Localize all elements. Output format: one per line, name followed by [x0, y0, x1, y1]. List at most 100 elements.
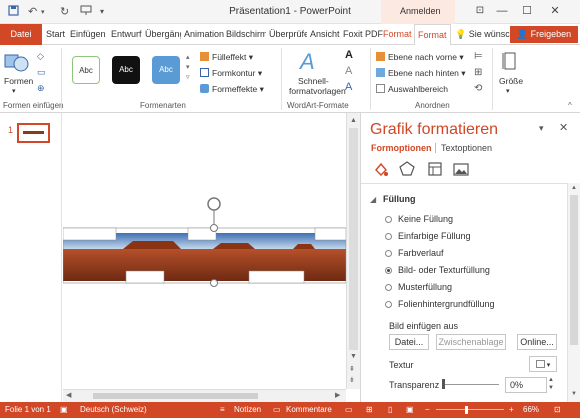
- scroll-left-icon[interactable]: ◀: [66, 391, 71, 399]
- selection-pane-button[interactable]: Auswahlbereich: [376, 83, 448, 95]
- label-picture-fill[interactable]: Bild- oder Texturfüllung: [398, 265, 490, 275]
- notes-button[interactable]: Notizen: [234, 405, 261, 414]
- label-background-fill[interactable]: Folienhintergrundfüllung: [398, 299, 495, 309]
- fill-line-icon[interactable]: [373, 161, 389, 179]
- shape-outline-button[interactable]: Formkontur ▾: [200, 67, 262, 79]
- shape-fill-button[interactable]: Fülleffekt ▾: [200, 51, 253, 63]
- pane-scroll-up-icon[interactable]: ▲: [571, 185, 577, 191]
- zoom-slider-thumb[interactable]: [465, 406, 468, 414]
- textbox-icon[interactable]: ▭: [37, 67, 46, 78]
- quick-styles-label-2[interactable]: formatvorlagen: [289, 85, 346, 97]
- ribbon-options-icon[interactable]: ⊡: [471, 3, 489, 19]
- zoom-in-icon[interactable]: +: [509, 405, 514, 414]
- minimize-button[interactable]: —: [493, 3, 511, 19]
- shapes-dropdown-icon[interactable]: ▾: [12, 86, 16, 98]
- slide-thumbnail[interactable]: [17, 123, 50, 143]
- shape-style-outline[interactable]: Abc: [72, 56, 100, 84]
- clipboard-button[interactable]: Zwischenablage: [436, 334, 506, 350]
- reading-view-icon[interactable]: ▯: [388, 405, 392, 414]
- shape-style-dark[interactable]: Abc: [112, 56, 140, 84]
- section-collapse-icon[interactable]: ◢: [370, 195, 376, 204]
- label-solid-fill[interactable]: Einfarbige Füllung: [398, 231, 471, 241]
- tab-design[interactable]: Entwurf: [111, 24, 142, 45]
- shape-style-blue[interactable]: Abc: [152, 56, 180, 84]
- pane-scrollbar[interactable]: ▲ ▼: [567, 183, 580, 402]
- text-outline-icon[interactable]: A: [345, 65, 352, 77]
- align-icon[interactable]: ⊨: [474, 51, 483, 62]
- proofing-icon[interactable]: ▣: [60, 405, 68, 414]
- scroll-right-icon[interactable]: ▶: [335, 391, 340, 399]
- tab-text-options[interactable]: Textoptionen: [441, 143, 492, 153]
- size-label[interactable]: Größe: [499, 75, 523, 87]
- size-dropdown-icon[interactable]: ▾: [506, 86, 510, 98]
- slideshow-icon[interactable]: ▣: [406, 405, 414, 414]
- scroll-down-icon[interactable]: ▼: [350, 353, 357, 360]
- transparency-slider[interactable]: [443, 384, 499, 385]
- zoom-level[interactable]: 66%: [523, 405, 539, 414]
- tab-home[interactable]: Start: [46, 24, 65, 45]
- radio-background-fill[interactable]: [385, 301, 392, 308]
- language-status[interactable]: Deutsch (Schweiz): [80, 405, 147, 414]
- share-button[interactable]: 👤 Freigeben: [510, 26, 578, 43]
- close-button[interactable]: ✕: [546, 3, 564, 19]
- pane-scroll-down-icon[interactable]: ▼: [571, 391, 577, 397]
- label-gradient-fill[interactable]: Farbverlauf: [398, 248, 444, 258]
- group-objects-icon[interactable]: ⊞: [474, 67, 482, 78]
- shapes-gallery-button[interactable]: [4, 51, 30, 75]
- label-no-fill[interactable]: Keine Füllung: [398, 214, 453, 224]
- sign-in-link[interactable]: Anmelden: [400, 6, 441, 16]
- section-fill-header[interactable]: Füllung: [383, 194, 416, 204]
- wordart-quickstyle-icon[interactable]: A: [300, 49, 315, 75]
- insert-file-button[interactable]: Datei...: [389, 334, 429, 350]
- hscroll-thumb[interactable]: [93, 393, 258, 399]
- next-slide-icon[interactable]: ⇟: [349, 376, 355, 384]
- tab-animations[interactable]: Animationen: [184, 24, 224, 45]
- horizontal-scrollbar[interactable]: ◀ ▶: [63, 389, 346, 402]
- online-button[interactable]: Online...: [517, 334, 557, 350]
- scroll-up-icon[interactable]: ▲: [350, 117, 357, 124]
- tab-slideshow[interactable]: Bildschirm: [226, 24, 266, 45]
- tab-review[interactable]: Überprüfen: [269, 24, 307, 45]
- gallery-scroll[interactable]: ▴ ▾ ▿: [186, 53, 190, 83]
- send-backward-button[interactable]: Ebene nach hinten ▾: [376, 67, 466, 79]
- normal-view-icon[interactable]: ▭: [345, 405, 353, 414]
- tab-format-picture[interactable]: Format: [414, 24, 451, 46]
- size-properties-icon[interactable]: [427, 161, 443, 179]
- radio-picture-fill[interactable]: [385, 267, 392, 274]
- slide-canvas[interactable]: [63, 113, 346, 389]
- tab-view[interactable]: Ansicht: [310, 24, 340, 45]
- tab-transitions[interactable]: Übergänge: [145, 24, 181, 45]
- transparency-input[interactable]: 0%: [505, 377, 547, 393]
- slide-sorter-icon[interactable]: ⊞: [366, 405, 373, 414]
- tab-shape-options[interactable]: Formoptionen: [371, 143, 432, 153]
- scroll-thumb[interactable]: [349, 128, 358, 350]
- radio-solid-fill[interactable]: [385, 233, 392, 240]
- texture-picker[interactable]: ▾: [529, 356, 557, 372]
- notes-icon[interactable]: ≡: [220, 405, 225, 414]
- shape-effects-button[interactable]: Formeffekte ▾: [200, 83, 264, 95]
- pane-scroll-thumb[interactable]: [570, 195, 578, 345]
- tab-insert[interactable]: Einfügen: [70, 24, 106, 45]
- text-effects-icon[interactable]: A: [345, 81, 352, 93]
- merge-shapes-icon[interactable]: ⊕: [37, 83, 45, 94]
- collapse-ribbon-icon[interactable]: ^: [568, 101, 572, 110]
- bring-forward-button[interactable]: Ebene nach vorne ▾: [376, 51, 464, 63]
- vertical-scrollbar[interactable]: ▲ ▼ ⇞ ⇟: [346, 113, 360, 389]
- transparency-spinner[interactable]: ▲ ▼: [548, 376, 554, 392]
- picture-options-icon[interactable]: [453, 161, 469, 179]
- effects-pentagon-icon[interactable]: [399, 161, 415, 179]
- radio-gradient-fill[interactable]: [385, 250, 392, 257]
- transparency-slider-thumb[interactable]: [442, 379, 445, 389]
- radio-pattern-fill[interactable]: [385, 284, 392, 291]
- tab-foxit[interactable]: Foxit PDF: [343, 24, 383, 45]
- zoom-out-icon[interactable]: −: [425, 405, 430, 414]
- edit-shape-icon[interactable]: ◇: [37, 51, 44, 62]
- zoom-slider[interactable]: [436, 409, 504, 410]
- size-icon[interactable]: [502, 51, 518, 73]
- tab-file[interactable]: Datei: [0, 24, 42, 45]
- resize-handle-bottom[interactable]: [210, 279, 218, 287]
- pane-menu-icon[interactable]: ▾: [539, 123, 544, 134]
- tab-format-drawing[interactable]: Format: [383, 24, 412, 45]
- rotate-icon[interactable]: ⟲: [474, 83, 482, 94]
- pane-close-icon[interactable]: ✕: [559, 121, 568, 134]
